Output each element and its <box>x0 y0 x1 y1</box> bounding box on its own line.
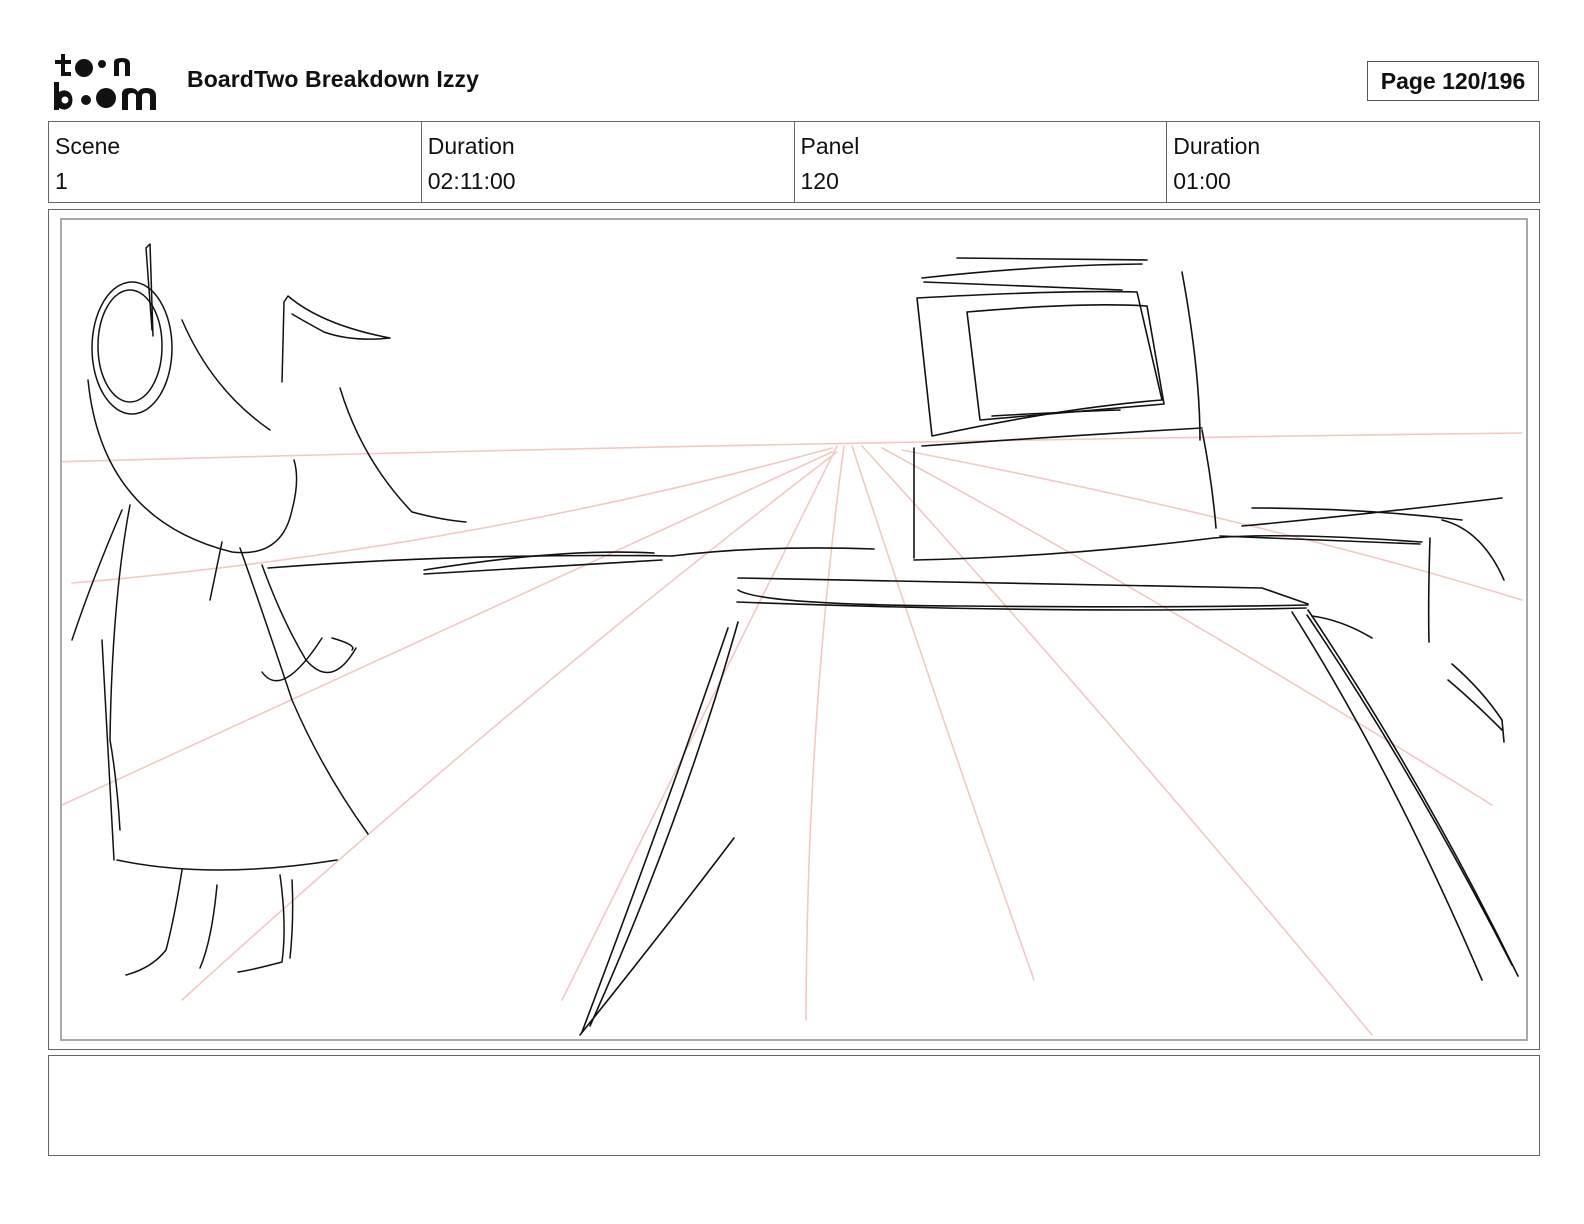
scene-label: Scene <box>55 133 121 159</box>
desk-sketch <box>267 257 1519 1036</box>
scene-value: 1 <box>55 168 68 194</box>
scene-duration-cell: Duration 02:11:00 <box>422 122 795 202</box>
panel-cell: Panel 120 <box>795 122 1168 202</box>
scene-cell: Scene 1 <box>49 122 422 202</box>
perspective-guides <box>62 432 1523 1036</box>
panel-duration-value: 01:00 <box>1173 168 1231 194</box>
panel-label: Panel <box>800 133 860 159</box>
panel-duration-label: Duration <box>1173 133 1261 159</box>
toon-boom-logo <box>52 52 164 112</box>
storyboard-panel-image <box>60 218 1528 1041</box>
storyboard-panel-frame <box>48 209 1540 1050</box>
document-title: BoardTwo Breakdown Izzy <box>187 66 479 92</box>
storyboard-sketch <box>62 243 1523 1036</box>
page-indicator: Page 120/196 <box>1367 61 1539 101</box>
panel-info-table: Scene 1 Duration 02:11:00 Panel 120 Dura… <box>48 121 1540 203</box>
toon-boom-logo-icon <box>54 54 156 110</box>
panel-notes-box[interactable] <box>48 1055 1540 1156</box>
scene-duration-value: 02:11:00 <box>427 168 516 194</box>
scene-duration-label: Duration <box>427 133 515 159</box>
panel-duration-cell: Duration 01:00 <box>1167 122 1539 202</box>
panel-value: 120 <box>800 168 839 194</box>
character-sketch <box>71 243 467 976</box>
